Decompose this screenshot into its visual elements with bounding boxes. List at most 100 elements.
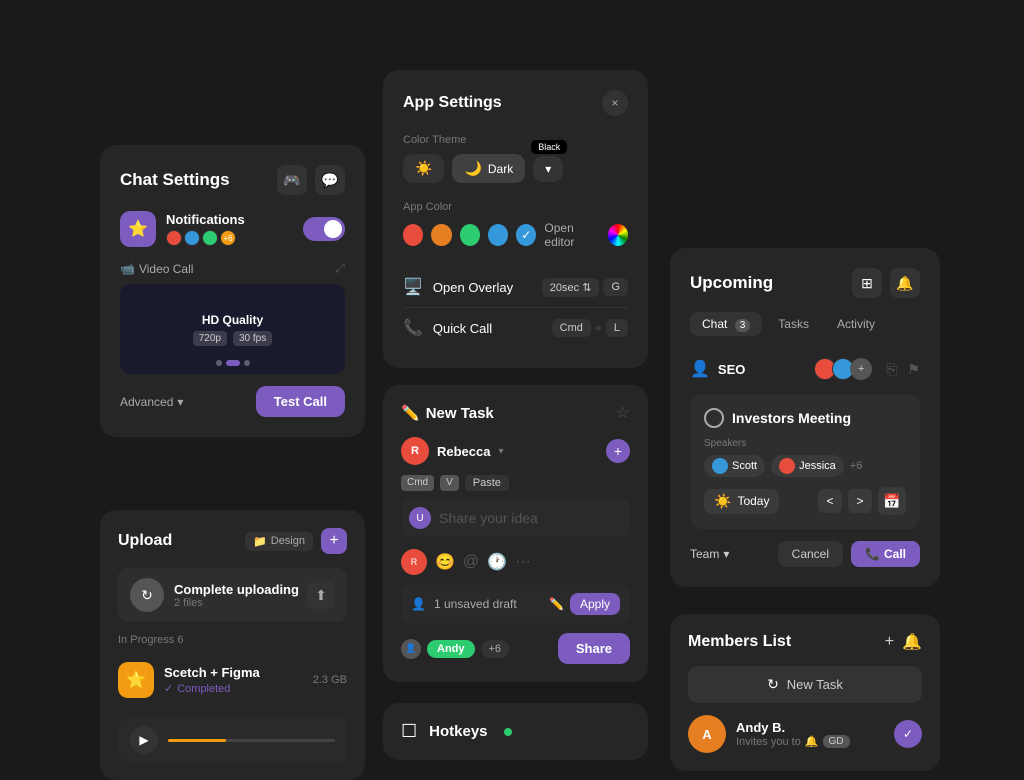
team-button[interactable]: Team ▾ (690, 547, 729, 561)
light-theme-option[interactable]: ☀️ (403, 154, 444, 183)
team-chevron: ▾ (723, 547, 729, 561)
calendar-icon[interactable]: 📅 (878, 487, 906, 515)
complete-upload-row: ↻ Complete uploading 2 files ⬆ (118, 568, 347, 622)
upload-action-icon[interactable]: ⬆ (307, 581, 335, 609)
pencil-icon: ✏️ (401, 404, 420, 422)
upload-count: 2 files (174, 597, 299, 609)
clock-icon[interactable]: 🕐 (487, 552, 507, 572)
color-options: ✓ Open editor (403, 221, 628, 249)
notif-title: Notifications (166, 212, 245, 227)
upload-info: Complete uploading 2 files (174, 582, 299, 609)
resize-icon[interactable]: ⤢ (335, 261, 345, 276)
upload-name: Complete uploading (174, 582, 299, 597)
mini-avatar-4: +6 (220, 230, 236, 246)
today-label: Today (737, 494, 769, 508)
mini-avatar-3 (202, 230, 218, 246)
tab-chat[interactable]: Chat 3 (690, 312, 762, 336)
color-theme-label: Color Theme (403, 134, 628, 146)
notification-icon[interactable]: 🔔 (902, 632, 922, 652)
dot-1 (216, 360, 222, 366)
call-button[interactable]: 📞 Call (851, 541, 920, 567)
color-blue[interactable] (488, 224, 508, 246)
at-icon[interactable]: @ (463, 553, 479, 571)
notifications-toggle[interactable] (303, 217, 345, 241)
tabs-row: Chat 3 Tasks Activity (690, 312, 920, 336)
tab-chat-label: Chat (702, 317, 727, 331)
speakers-row: Scott Jessica +6 (704, 455, 906, 477)
advanced-button[interactable]: Advanced ▾ (120, 395, 183, 409)
video-call-header: 📹 Video Call ⤢ (120, 261, 345, 276)
gamepad-icon[interactable]: 🎮 (277, 165, 307, 195)
chat-icon[interactable]: 💬 (315, 165, 345, 195)
seo-copy-icon[interactable]: ⎘ (886, 361, 897, 378)
add-member-icon[interactable]: + (885, 633, 894, 651)
scott-badge: Scott (704, 455, 765, 477)
test-call-button[interactable]: Test Call (256, 386, 345, 417)
tab-activity[interactable]: Activity (825, 312, 887, 336)
task-toolbar: R 😊 @ 🕐 ··· (401, 549, 630, 575)
gd-badge: GD (823, 735, 850, 748)
add-task-member[interactable]: + (606, 439, 630, 463)
meeting-section: Investors Meeting Speakers Scott Jessica… (690, 394, 920, 529)
next-arrow[interactable]: > (848, 489, 872, 513)
dot-2 (226, 360, 240, 366)
meeting-name: Investors Meeting (732, 410, 851, 426)
video-preview: HD Quality 720p 30 fps (120, 284, 345, 374)
upcoming-card: Upcoming ⊞ 🔔 Chat 3 Tasks Activity 👤 SEO… (670, 248, 940, 587)
design-badge: 📁 Design (245, 532, 313, 551)
black-theme-option[interactable]: Black ▾ (533, 156, 563, 182)
edit-icon[interactable]: ✏️ (549, 597, 564, 611)
meeting-actions: Team ▾ Cancel 📞 Call (690, 541, 920, 567)
paste-toolbar: Cmd V Paste (401, 475, 630, 491)
meeting-title-row: Investors Meeting (704, 408, 906, 428)
color-orange[interactable] (431, 224, 451, 246)
assignee-chevron[interactable]: ▾ (498, 446, 503, 457)
invite-icon: 🔔 (805, 735, 819, 748)
upload-add-button[interactable]: + (321, 528, 347, 554)
bell-icon[interactable]: 🔔 (890, 268, 920, 298)
prev-arrow[interactable]: < (818, 489, 842, 513)
emoji-icon[interactable]: 😊 (435, 552, 455, 572)
task-input-area[interactable]: U Share your idea (401, 499, 630, 537)
color-red[interactable] (403, 224, 423, 246)
grid-icon[interactable]: ⊞ (852, 268, 882, 298)
star-icon[interactable]: ☆ (616, 403, 630, 423)
app-color-row: App Color ✓ Open editor (403, 201, 628, 249)
task-footer-left: 👤 Andy +6 (401, 639, 509, 659)
notif-avatar: ⭐ (120, 211, 156, 247)
seo-right: + ⎘ ⚑ (814, 358, 920, 380)
file-details: Scetch + Figma ✓ Completed (164, 665, 303, 695)
camera-icon: 📹 (120, 262, 135, 276)
paste-button[interactable]: Paste (465, 475, 509, 491)
apply-button[interactable]: Apply (570, 593, 620, 615)
share-button[interactable]: Share (558, 633, 630, 664)
color-check[interactable]: ✓ (516, 224, 536, 246)
dark-theme-option[interactable]: 🌙 Dark (452, 154, 525, 183)
new-task-card: ✏️ New Task ☆ R Rebecca ▾ + Cmd V Paste … (383, 385, 648, 682)
play-button[interactable]: ▶ (130, 726, 158, 754)
open-overlay-row: 🖥️ Open Overlay 20sec ⇅ G (403, 267, 628, 308)
member-item: A Andy B. Invites you to 🔔 GD ✓ (688, 715, 922, 753)
phone-icon: 📞 (403, 318, 423, 338)
more-icon[interactable]: ··· (515, 553, 531, 571)
hotkeys-icon: ☐ (401, 721, 417, 742)
upload-header-right: 📁 Design + (245, 528, 347, 554)
open-editor-btn[interactable]: Open editor (544, 221, 628, 249)
sun-icon: ☀️ (415, 160, 432, 177)
seo-avatars: + (814, 358, 872, 380)
seo-flag-icon[interactable]: ⚑ (907, 361, 920, 378)
fps-badge: 30 fps (233, 331, 272, 346)
tab-tasks[interactable]: Tasks (766, 312, 821, 336)
color-green[interactable] (460, 224, 480, 246)
new-task-icon: ↻ (767, 676, 779, 693)
assignee-name: Rebecca (437, 444, 490, 459)
close-button[interactable]: × (602, 90, 628, 116)
tab-activity-label: Activity (837, 317, 875, 331)
color-wheel-icon (608, 224, 628, 246)
new-task-row[interactable]: ↻ New Task (688, 666, 922, 703)
cancel-button[interactable]: Cancel (778, 541, 843, 567)
complete-left: ↻ Complete uploading 2 files (130, 578, 299, 612)
upload-spinner: ↻ (130, 578, 164, 612)
member-accept-button[interactable]: ✓ (894, 720, 922, 748)
chat-settings-icons: 🎮 💬 (277, 165, 345, 195)
